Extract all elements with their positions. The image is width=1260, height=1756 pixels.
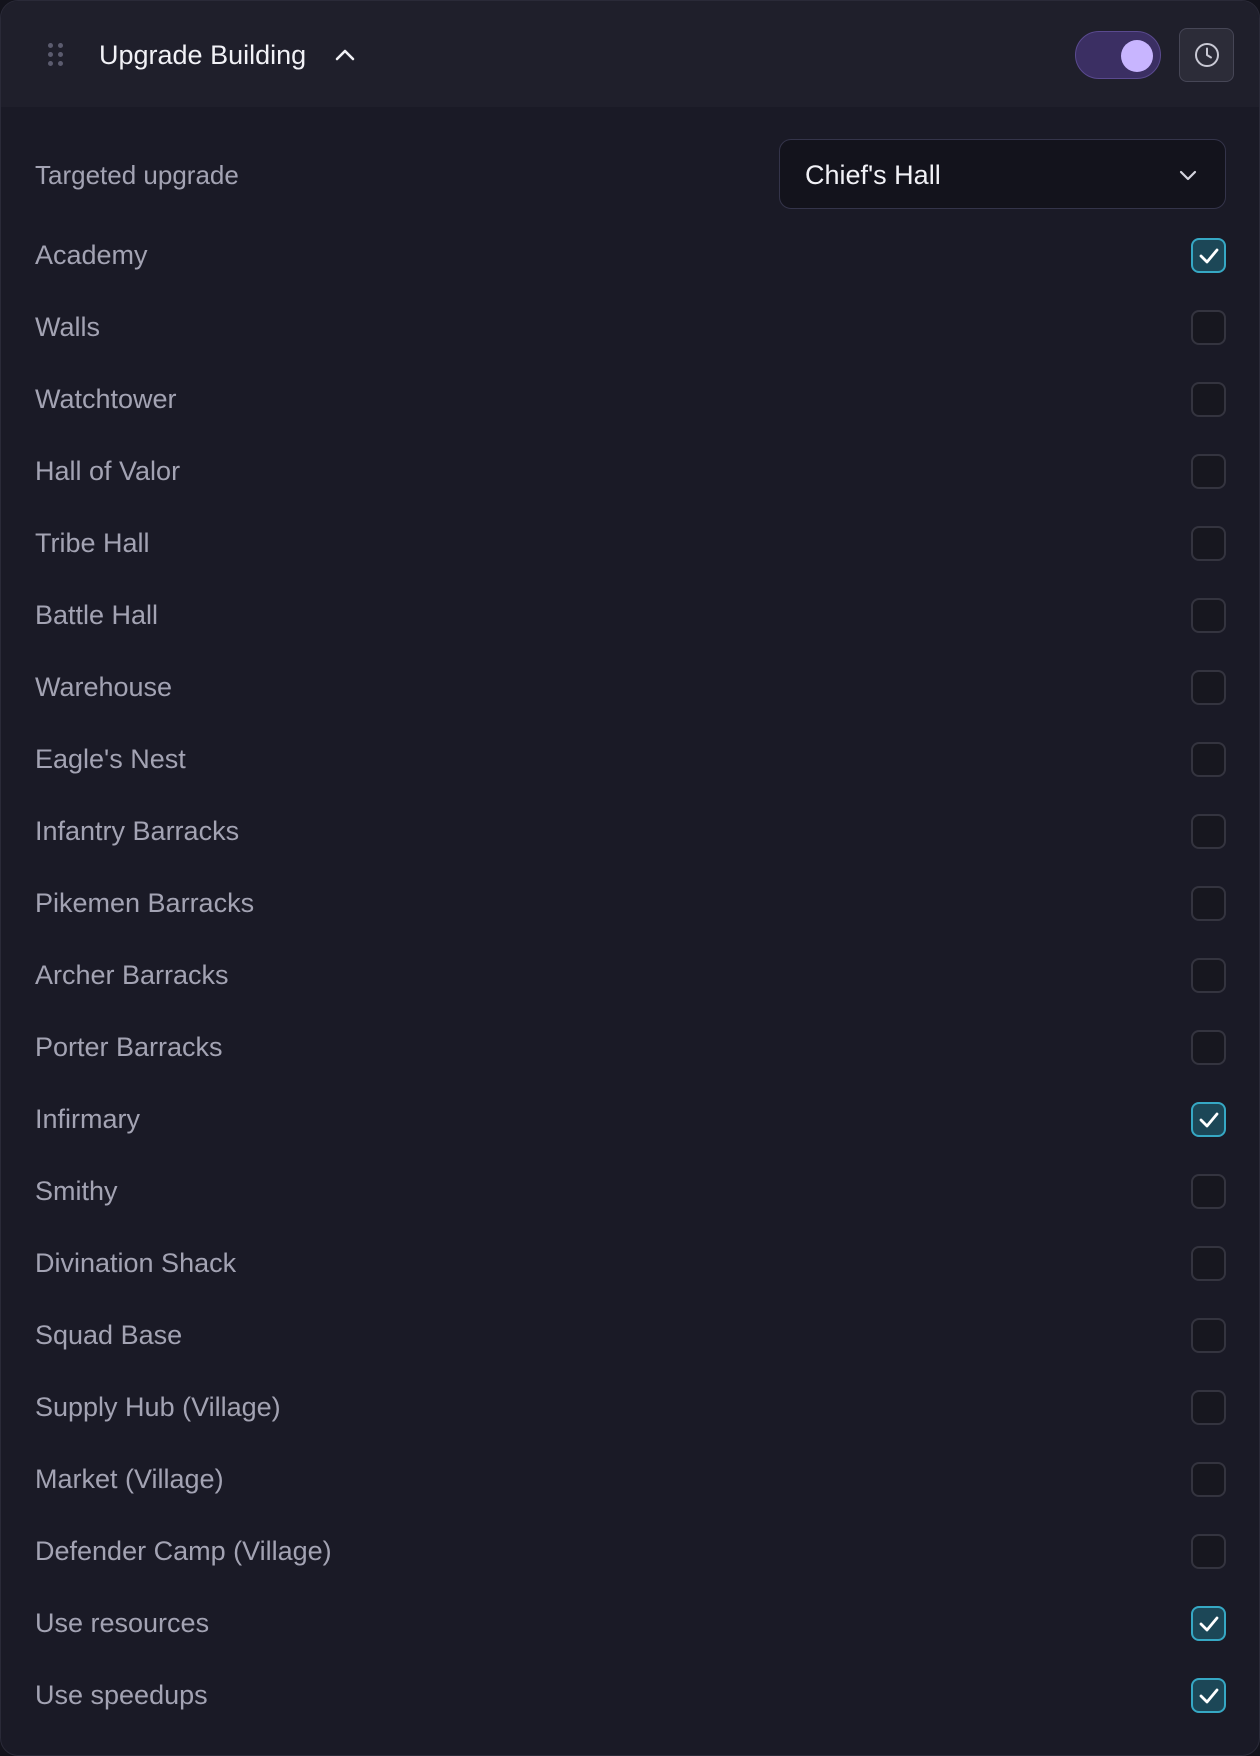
schedule-button[interactable] (1179, 28, 1234, 82)
list-item-label: Infirmary (35, 1104, 141, 1134)
drag-handle-icon[interactable] (48, 43, 63, 67)
list-item-label: Divination Shack (35, 1248, 237, 1278)
list-item-checkbox[interactable] (1191, 310, 1226, 345)
list-item-label: Tribe Hall (35, 528, 150, 558)
list-item-checkbox[interactable] (1191, 598, 1226, 633)
list-item-label: Squad Base (35, 1320, 183, 1350)
list-item: Pikemen Barracks (1, 867, 1259, 939)
checkmark-icon (1199, 1616, 1219, 1632)
list-item-checkbox[interactable] (1191, 382, 1226, 417)
list-item-checkbox[interactable] (1191, 1174, 1226, 1209)
list-item: Smithy (1, 1155, 1259, 1227)
list-item-label: Watchtower (35, 384, 177, 414)
list-item: Market (Village) (1, 1443, 1259, 1515)
list-item-checkbox[interactable] (1191, 670, 1226, 705)
list-item-label: Archer Barracks (35, 960, 229, 990)
upgrade-building-panel: Upgrade Building Targeted upgrade Chief'… (0, 0, 1260, 1756)
list-item: Divination Shack (1, 1227, 1259, 1299)
targeted-upgrade-label: Targeted upgrade (35, 160, 239, 190)
list-item: Eagle's Nest (1, 723, 1259, 795)
list-item: Squad Base (1, 1299, 1259, 1371)
list-item-checkbox[interactable] (1191, 454, 1226, 489)
list-item-label: Battle Hall (35, 600, 159, 630)
list-item-label: Walls (35, 312, 100, 342)
list-item: Infantry Barracks (1, 795, 1259, 867)
list-item: Watchtower (1, 363, 1259, 435)
list-item-checkbox[interactable] (1191, 886, 1226, 921)
list-item: Academy (1, 219, 1259, 291)
list-item: Walls (1, 291, 1259, 363)
list-item-label: Porter Barracks (35, 1032, 223, 1062)
list-item-checkbox[interactable] (1191, 238, 1226, 273)
list-item: Supply Hub (Village) (1, 1371, 1259, 1443)
list-item: Defender Camp (Village) (1, 1515, 1259, 1587)
list-item-checkbox[interactable] (1191, 526, 1226, 561)
list-item-label: Defender Camp (Village) (35, 1536, 332, 1566)
targeted-upgrade-row: Targeted upgrade Chief's Hall (1, 139, 1259, 211)
targeted-upgrade-select[interactable]: Chief's Hall (779, 139, 1226, 209)
list-item-checkbox[interactable] (1191, 1246, 1226, 1281)
list-item: Archer Barracks (1, 939, 1259, 1011)
list-item-checkbox[interactable] (1191, 958, 1226, 993)
checkmark-icon (1199, 248, 1219, 264)
list-item-checkbox[interactable] (1191, 1030, 1226, 1065)
clock-icon (1194, 43, 1219, 67)
list-item-checkbox[interactable] (1191, 814, 1226, 849)
list-item: Use resources (1, 1587, 1259, 1659)
checkmark-icon (1199, 1688, 1219, 1704)
list-item: Porter Barracks (1, 1011, 1259, 1083)
list-item-label: Use resources (35, 1608, 210, 1638)
list-item-label: Infantry Barracks (35, 816, 240, 846)
list-item-label: Market (Village) (35, 1464, 224, 1494)
list-item-checkbox[interactable] (1191, 1318, 1226, 1353)
list-item-checkbox[interactable] (1191, 1462, 1226, 1497)
list-item: Warehouse (1, 651, 1259, 723)
panel-header: Upgrade Building (1, 1, 1259, 107)
list-item-label: Academy (35, 240, 148, 270)
panel-title: Upgrade Building (99, 40, 307, 70)
list-item-label: Supply Hub (Village) (35, 1392, 281, 1422)
list-item-checkbox[interactable] (1191, 1678, 1226, 1713)
select-value: Chief's Hall (805, 160, 941, 190)
list-item: Tribe Hall (1, 507, 1259, 579)
list-item-label: Warehouse (35, 672, 173, 702)
list-item-label: Hall of Valor (35, 456, 181, 486)
chevron-up-icon[interactable] (331, 41, 359, 69)
checkmark-icon (1199, 1112, 1219, 1128)
building-list: Academy Walls Watchtower Hall of Valor Tribe… (1, 219, 1259, 1731)
list-item-checkbox[interactable] (1191, 1534, 1226, 1569)
list-item: Battle Hall (1, 579, 1259, 651)
list-item-label: Use speedups (35, 1680, 208, 1710)
list-item: Hall of Valor (1, 435, 1259, 507)
toggle-knob (1121, 40, 1153, 72)
list-item-checkbox[interactable] (1191, 1390, 1226, 1425)
list-item: Use speedups (1, 1659, 1259, 1731)
list-item-label: Eagle's Nest (35, 744, 186, 774)
list-item-checkbox[interactable] (1191, 1606, 1226, 1641)
enable-toggle[interactable] (1075, 31, 1161, 79)
list-item-label: Pikemen Barracks (35, 888, 255, 918)
chevron-down-icon (1179, 170, 1197, 181)
list-item-checkbox[interactable] (1191, 1102, 1226, 1137)
list-item-label: Smithy (35, 1176, 118, 1206)
list-item: Infirmary (1, 1083, 1259, 1155)
list-item-checkbox[interactable] (1191, 742, 1226, 777)
